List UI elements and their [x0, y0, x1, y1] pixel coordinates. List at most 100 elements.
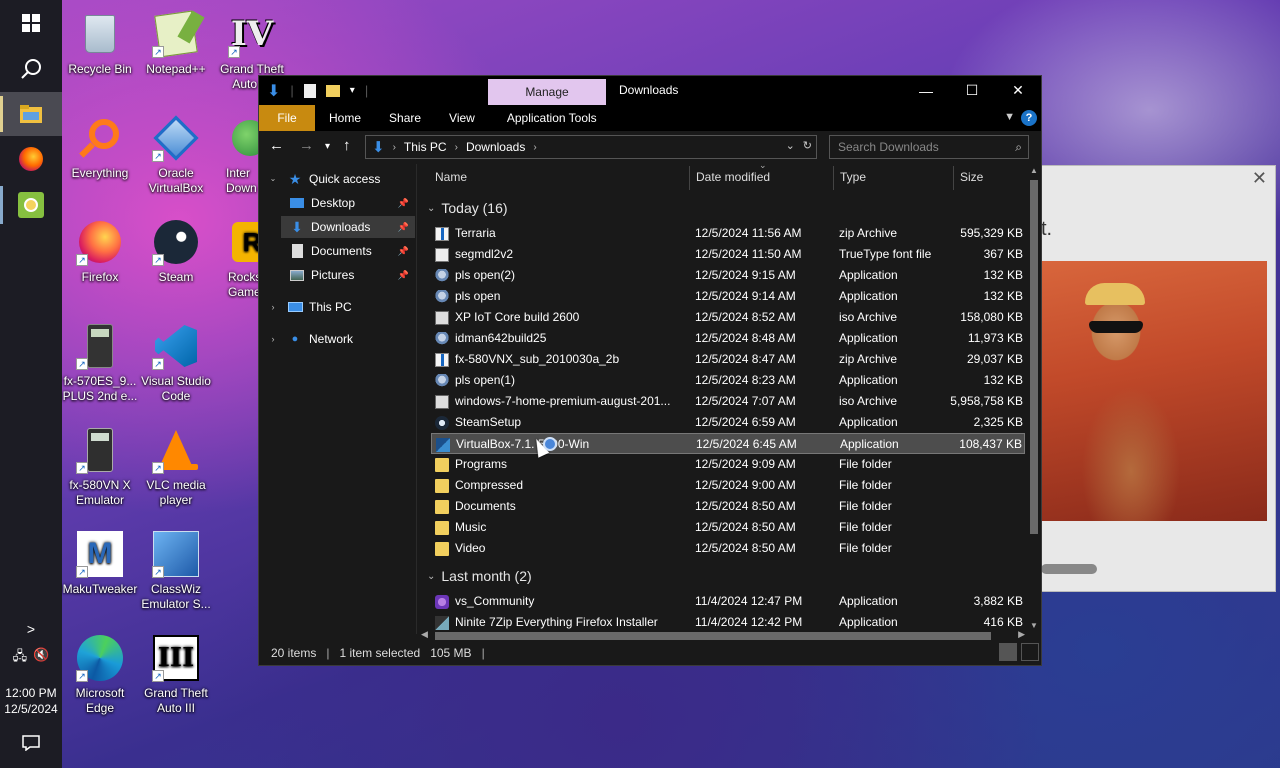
file-row[interactable]: pls open 12/5/2024 9:14 AM Application 132 … [431, 286, 1025, 307]
breadcrumb-this-pc[interactable]: This PC [404, 140, 447, 154]
desktop-icon-rockstar-games[interactable]: R Rocks Game [214, 218, 262, 300]
nav-quick-access[interactable]: ⌄ ★ Quick access [265, 168, 415, 190]
taskbar-firefox[interactable] [0, 136, 62, 182]
taskbar-file-explorer[interactable] [0, 92, 62, 136]
horizontal-scrollbar[interactable] [1041, 564, 1097, 574]
desktop-icon-fx-580vn-x-emulator[interactable]: ↗ fx-580VN X Emulator [62, 426, 138, 508]
tab-home[interactable]: Home [315, 105, 375, 131]
desktop-icon-classwiz-emulator[interactable]: ↗ ClassWiz Emulator S... [138, 530, 214, 612]
scroll-left-icon[interactable]: ◀ [421, 629, 428, 640]
nav-network[interactable]: › ● Network [265, 328, 415, 350]
large-icons-view-button[interactable] [1021, 643, 1039, 661]
tab-manage[interactable]: Manage [488, 79, 606, 105]
file-row[interactable]: pls open(1) 12/5/2024 8:23 AM Application 1… [431, 370, 1025, 391]
taskbar-app[interactable] [0, 182, 62, 228]
tab-application-tools[interactable]: Application Tools [489, 105, 611, 131]
nav-downloads[interactable]: ⬇ Downloads 📌 [281, 216, 415, 238]
scroll-right-icon[interactable]: ▶ [1018, 629, 1025, 640]
chevron-right-icon[interactable]: › [265, 300, 281, 314]
scroll-up-icon[interactable]: ▲ [1030, 166, 1038, 175]
address-dropdown-chevron-icon[interactable]: ⌄ [786, 139, 795, 152]
file-row[interactable]: Video 12/5/2024 8:50 AM File folder [431, 538, 1025, 559]
new-folder-icon[interactable] [325, 84, 340, 97]
file-row[interactable]: Music 12/5/2024 8:50 AM File folder [431, 517, 1025, 538]
desktop-icon-notepad-plus-plus[interactable]: ↗ Notepad++ [138, 10, 214, 77]
recent-locations-chevron-icon[interactable]: ▾ [325, 141, 330, 152]
desktop-icon-recycle-bin[interactable]: Recycle Bin [62, 10, 138, 77]
volume-muted-icon[interactable]: 🔇 [33, 647, 49, 669]
chevron-down-icon[interactable]: ⌄ [427, 571, 435, 582]
close-button[interactable]: ✕ [995, 76, 1041, 105]
file-row[interactable]: windows-7-home-premium-august-201... 12/5… [431, 391, 1025, 412]
scroll-down-icon[interactable]: ▼ [1030, 621, 1038, 630]
column-header-size[interactable]: Size [960, 164, 983, 190]
breadcrumb-separator-icon[interactable]: › [455, 142, 458, 153]
refresh-icon[interactable]: ↻ [803, 139, 812, 152]
minimize-button[interactable]: — [903, 76, 949, 105]
file-explorer-window[interactable]: ⬇ | ▾ | Manage Downloads — ☐ ✕ File Home… [258, 75, 1042, 666]
tab-share[interactable]: Share [375, 105, 435, 131]
desktop-icon-vscode[interactable]: ↗ Visual Studio Code [138, 322, 214, 404]
back-arrow-icon[interactable]: ← [269, 137, 284, 154]
start-button[interactable] [0, 0, 62, 46]
pin-icon[interactable]: 📌 [398, 216, 409, 238]
desktop-icon-internet-download[interactable]: Inter Down [214, 114, 262, 196]
help-icon[interactable]: ? [1021, 110, 1037, 126]
file-row[interactable]: Compressed 12/5/2024 9:00 AM File folder [431, 475, 1025, 496]
group-header-today[interactable]: ⌄ Today (16) [427, 200, 508, 216]
chevron-right-icon[interactable]: › [265, 332, 281, 346]
show-hidden-icons-chevron-icon[interactable]: > [27, 621, 35, 637]
desktop-icon-everything[interactable]: Everything [62, 114, 138, 181]
maximize-button[interactable]: ☐ [949, 76, 995, 105]
file-row[interactable]: segmdl2v2 12/5/2024 11:50 AM TrueType font… [431, 244, 1025, 265]
chevron-down-icon[interactable]: ⌄ [265, 172, 281, 186]
file-row[interactable]: Documents 12/5/2024 8:50 AM File folder [431, 496, 1025, 517]
tab-file[interactable]: File [259, 105, 315, 131]
desktop-icon-firefox[interactable]: ↗ Firefox [62, 218, 138, 285]
nav-documents[interactable]: Documents 📌 [289, 240, 415, 262]
clock[interactable]: 12:00 PM 12/5/2024 [4, 685, 57, 717]
nav-this-pc[interactable]: › This PC [265, 296, 415, 318]
desktop-icon-gta-iii[interactable]: III ↗ Grand Theft Auto III [138, 634, 214, 716]
file-row[interactable]: Programs 12/5/2024 9:09 AM File folder [431, 454, 1025, 475]
breadcrumb-separator-icon[interactable]: › [533, 142, 536, 153]
forward-arrow-icon[interactable]: → [299, 137, 314, 154]
column-header-type[interactable]: Type [840, 164, 866, 190]
customize-toolbar-chevron-icon[interactable]: ▾ [350, 85, 355, 96]
vertical-scrollbar[interactable]: ▲ ▼ [1027, 164, 1041, 630]
title-bar[interactable]: ⬇ | ▾ | Manage Downloads — ☐ ✕ [259, 76, 1041, 105]
desktop-icon-fx-570es[interactable]: ↗ fx-570ES_9... PLUS 2nd e... [62, 322, 138, 404]
address-bar[interactable]: ⬇ › This PC › Downloads › ⌄ ↻ [365, 135, 817, 159]
scrollbar-thumb[interactable] [1030, 180, 1038, 534]
nav-desktop[interactable]: Desktop 📌 [289, 192, 415, 214]
up-arrow-icon[interactable]: ↑ [343, 137, 351, 154]
tab-view[interactable]: View [435, 105, 489, 131]
pin-icon[interactable]: 📌 [398, 192, 409, 214]
file-row[interactable]: VirtualBox-7.1. 5100-Win 12/5/2024 6:45 A… [431, 433, 1025, 454]
expand-ribbon-chevron-icon[interactable]: ▼ [1004, 111, 1015, 123]
notification-icon[interactable] [22, 735, 40, 754]
search-button[interactable] [0, 46, 62, 92]
pin-icon[interactable]: 📌 [398, 264, 409, 286]
group-header-last-month[interactable]: ⌄ Last month (2) [427, 568, 532, 584]
breadcrumb-separator-icon[interactable]: › [393, 142, 396, 153]
details-view-button[interactable] [999, 643, 1017, 661]
search-input[interactable]: Search Downloads ⌕ [829, 135, 1029, 159]
file-row[interactable]: XP IoT Core build 2600 12/5/2024 8:52 AM i… [431, 307, 1025, 328]
nav-pictures[interactable]: Pictures 📌 [289, 264, 415, 286]
file-row[interactable]: pls open(2) 12/5/2024 9:15 AM Application 1… [431, 265, 1025, 286]
pin-icon[interactable]: 📌 [398, 240, 409, 262]
chevron-down-icon[interactable]: ⌄ [427, 203, 435, 214]
scrollbar-thumb[interactable] [435, 632, 991, 640]
breadcrumb-downloads[interactable]: Downloads [466, 140, 525, 154]
desktop-icon-microsoft-edge[interactable]: ↗ Microsoft Edge [62, 634, 138, 716]
desktop-icon-steam[interactable]: ↗ Steam [138, 218, 214, 285]
file-row[interactable]: fx-580VNX_sub_2010030a_2b 12/5/2024 8:47 … [431, 349, 1025, 370]
file-row[interactable]: Terraria 12/5/2024 11:56 AM zip Archive 595… [431, 223, 1025, 244]
file-row[interactable]: vs_Community 11/4/2024 12:47 PM Applicatio… [431, 591, 1025, 612]
background-window[interactable]: ✕ t. [1040, 165, 1276, 592]
file-row[interactable]: SteamSetup 12/5/2024 6:59 AM Application 2,… [431, 412, 1025, 433]
desktop-icon-oracle-virtualbox[interactable]: ↗ Oracle VirtualBox [138, 114, 214, 196]
column-header-name[interactable]: Name [435, 164, 467, 190]
file-row[interactable]: idman642build25 12/5/2024 8:48 AM Applicat… [431, 328, 1025, 349]
